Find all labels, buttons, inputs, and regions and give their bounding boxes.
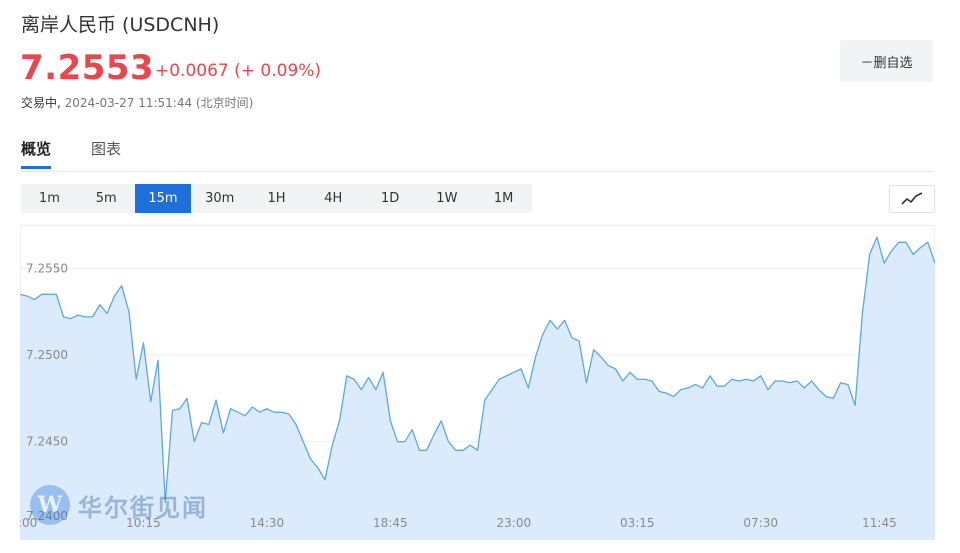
tab-overview[interactable]: 概览 xyxy=(21,138,52,169)
y-tick-label: 7.2450 xyxy=(26,435,68,449)
x-tick-label: 11:45 xyxy=(862,516,897,530)
current-price: 7.2553 xyxy=(20,48,155,88)
line-chart-icon xyxy=(901,192,923,205)
interval-1m[interactable]: 1m xyxy=(21,184,78,213)
x-tick-label: 07:30 xyxy=(743,516,778,530)
tab-divider xyxy=(21,171,933,172)
watermark: W 华尔街见闻 xyxy=(30,485,208,525)
x-tick-label: 18:45 xyxy=(373,516,408,530)
interval-15m[interactable]: 15m xyxy=(134,184,192,213)
y-tick-label: 7.2550 xyxy=(26,261,68,275)
interval-1d[interactable]: 1D xyxy=(362,184,419,213)
interval-1w[interactable]: 1W xyxy=(418,184,475,213)
interval-1mo[interactable]: 1M xyxy=(475,184,532,213)
interval-selector: 1m 5m 15m 30m 1H 4H 1D 1W 1M xyxy=(21,184,532,213)
tab-chart[interactable]: 图表 xyxy=(91,138,121,169)
tab-bar: 概览 图表 xyxy=(21,138,121,169)
wallstreetcn-logo-icon: W xyxy=(30,485,70,525)
trade-status: 交易中, 2024-03-27 11:51:44 (北京时间) xyxy=(21,94,253,111)
interval-30m[interactable]: 30m xyxy=(191,184,248,213)
x-tick-label: 14:30 xyxy=(250,516,285,530)
interval-5m[interactable]: 5m xyxy=(78,184,135,213)
interval-1h[interactable]: 1H xyxy=(248,184,305,213)
chart-type-button[interactable] xyxy=(889,185,935,213)
x-tick-label: 03:15 xyxy=(620,516,655,530)
timestamp: 2024-03-27 11:51:44 (北京时间) xyxy=(64,96,254,110)
price-change: +0.0067 (+ 0.09%) xyxy=(155,61,322,81)
x-tick-label: 23:00 xyxy=(497,516,532,530)
remove-watchlist-button[interactable]: －删自选 xyxy=(840,40,933,82)
y-tick-label: 7.2500 xyxy=(26,348,68,362)
instrument-title: 离岸人民币 (USDCNH) xyxy=(21,14,220,36)
watermark-text: 华尔街见闻 xyxy=(78,492,208,522)
trade-status-label: 交易中, xyxy=(21,96,61,110)
interval-4h[interactable]: 4H xyxy=(305,184,362,213)
